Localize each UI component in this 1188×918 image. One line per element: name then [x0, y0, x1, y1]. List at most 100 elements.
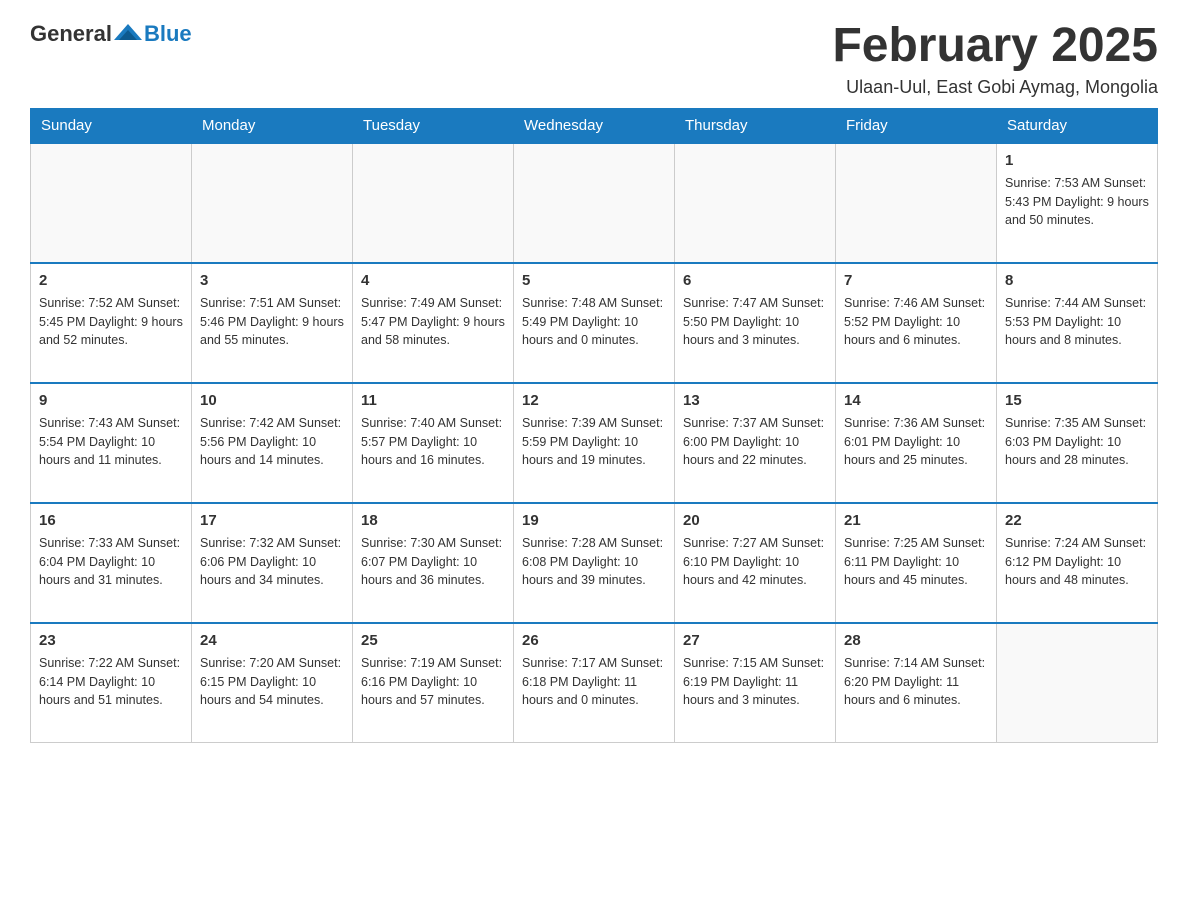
calendar-cell: 21Sunrise: 7:25 AM Sunset: 6:11 PM Dayli…	[836, 503, 997, 623]
day-number: 24	[200, 630, 344, 651]
calendar-cell: 23 Sunrise: 7:22 AM Sunset: 6:14 PM Dayli…	[31, 623, 192, 743]
day-info: Sunrise: 7:32 AM Sunset: 6:06 PM Dayligh…	[200, 534, 344, 590]
calendar-cell: 22 Sunrise: 7:24 AM Sunset: 6:12 PM Dayli…	[997, 503, 1158, 623]
day-number: 23	[39, 630, 183, 651]
day-number: 22	[1005, 510, 1149, 531]
day-number: 19	[522, 510, 666, 531]
calendar-cell: 6 Sunrise: 7:47 AM Sunset: 5:50 PM Daylig…	[675, 263, 836, 383]
calendar-cell: 20 Sunrise: 7:27 AM Sunset: 6:10 PM Dayli…	[675, 503, 836, 623]
day-info: Sunrise: 7:42 AM Sunset: 5:56 PM Dayligh…	[200, 414, 344, 470]
calendar-day-header-thursday: Thursday	[675, 108, 836, 143]
day-info: Sunrise: 7:24 AM Sunset: 6:12 PM Dayligh…	[1005, 534, 1149, 590]
calendar-cell: 9 Sunrise: 7:43 AM Sunset: 5:54 PM Daylig…	[31, 383, 192, 503]
calendar-cell: 1 Sunrise: 7:53 AM Sunset: 5:43 PM Daylig…	[997, 143, 1158, 263]
month-title: February 2025	[832, 20, 1158, 73]
day-number: 16	[39, 510, 183, 531]
day-info: Sunrise: 7:35 AM Sunset: 6:03 PM Dayligh…	[1005, 414, 1149, 470]
calendar-table: SundayMondayTuesdayWednesdayThursdayFrid…	[30, 108, 1158, 744]
day-number: 17	[200, 510, 344, 531]
day-number: 12	[522, 390, 666, 411]
day-info: Sunrise: 7:37 AM Sunset: 6:00 PM Dayligh…	[683, 414, 827, 470]
logo-blue-text: Blue	[144, 21, 192, 47]
day-info: Sunrise: 7:28 AM Sunset: 6:08 PM Dayligh…	[522, 534, 666, 590]
logo: General Blue	[30, 20, 192, 48]
day-info: Sunrise: 7:19 AM Sunset: 6:16 PM Dayligh…	[361, 654, 505, 710]
calendar-day-header-sunday: Sunday	[31, 108, 192, 143]
day-info: Sunrise: 7:52 AM Sunset: 5:45 PM Dayligh…	[39, 294, 183, 350]
calendar-cell: 27 Sunrise: 7:15 AM Sunset: 6:19 PM Dayli…	[675, 623, 836, 743]
location-text: Ulaan-Uul, East Gobi Aymag, Mongolia	[832, 77, 1158, 98]
calendar-cell: 28 Sunrise: 7:14 AM Sunset: 6:20 PM Dayli…	[836, 623, 997, 743]
day-info: Sunrise: 7:44 AM Sunset: 5:53 PM Dayligh…	[1005, 294, 1149, 350]
calendar-cell: 16 Sunrise: 7:33 AM Sunset: 6:04 PM Dayli…	[31, 503, 192, 623]
day-number: 27	[683, 630, 827, 651]
day-number: 14	[844, 390, 988, 411]
day-info: Sunrise: 7:36 AM Sunset: 6:01 PM Dayligh…	[844, 414, 988, 470]
calendar-cell: 4Sunrise: 7:49 AM Sunset: 5:47 PM Daylig…	[353, 263, 514, 383]
calendar-cell: 18 Sunrise: 7:30 AM Sunset: 6:07 PM Dayli…	[353, 503, 514, 623]
calendar-cell: 8Sunrise: 7:44 AM Sunset: 5:53 PM Daylig…	[997, 263, 1158, 383]
day-info: Sunrise: 7:27 AM Sunset: 6:10 PM Dayligh…	[683, 534, 827, 590]
logo-general-text: General	[30, 21, 112, 47]
day-info: Sunrise: 7:40 AM Sunset: 5:57 PM Dayligh…	[361, 414, 505, 470]
day-info: Sunrise: 7:14 AM Sunset: 6:20 PM Dayligh…	[844, 654, 988, 710]
calendar-cell: 13 Sunrise: 7:37 AM Sunset: 6:00 PM Dayli…	[675, 383, 836, 503]
calendar-cell: 3 Sunrise: 7:51 AM Sunset: 5:46 PM Daylig…	[192, 263, 353, 383]
calendar-cell: 10 Sunrise: 7:42 AM Sunset: 5:56 PM Dayli…	[192, 383, 353, 503]
day-number: 1	[1005, 150, 1149, 171]
calendar-cell	[997, 623, 1158, 743]
day-info: Sunrise: 7:46 AM Sunset: 5:52 PM Dayligh…	[844, 294, 988, 350]
calendar-cell: 26 Sunrise: 7:17 AM Sunset: 6:18 PM Dayli…	[514, 623, 675, 743]
day-info: Sunrise: 7:17 AM Sunset: 6:18 PM Dayligh…	[522, 654, 666, 710]
day-info: Sunrise: 7:20 AM Sunset: 6:15 PM Dayligh…	[200, 654, 344, 710]
day-info: Sunrise: 7:15 AM Sunset: 6:19 PM Dayligh…	[683, 654, 827, 710]
day-info: Sunrise: 7:51 AM Sunset: 5:46 PM Dayligh…	[200, 294, 344, 350]
day-number: 2	[39, 270, 183, 291]
calendar-cell: 19 Sunrise: 7:28 AM Sunset: 6:08 PM Dayli…	[514, 503, 675, 623]
day-number: 7	[844, 270, 988, 291]
day-number: 10	[200, 390, 344, 411]
calendar-week-row-4: 23 Sunrise: 7:22 AM Sunset: 6:14 PM Dayli…	[31, 623, 1158, 743]
day-info: Sunrise: 7:43 AM Sunset: 5:54 PM Dayligh…	[39, 414, 183, 470]
calendar-day-header-friday: Friday	[836, 108, 997, 143]
calendar-cell: 17 Sunrise: 7:32 AM Sunset: 6:06 PM Dayli…	[192, 503, 353, 623]
calendar-cell: 14 Sunrise: 7:36 AM Sunset: 6:01 PM Dayli…	[836, 383, 997, 503]
day-number: 26	[522, 630, 666, 651]
day-info: Sunrise: 7:53 AM Sunset: 5:43 PM Dayligh…	[1005, 174, 1149, 230]
day-number: 15	[1005, 390, 1149, 411]
logo-icon	[114, 20, 142, 48]
calendar-week-row-2: 9 Sunrise: 7:43 AM Sunset: 5:54 PM Daylig…	[31, 383, 1158, 503]
calendar-week-row-1: 2 Sunrise: 7:52 AM Sunset: 5:45 PM Daylig…	[31, 263, 1158, 383]
page-header: General Blue February 2025 Ulaan-Uul, Ea…	[30, 20, 1158, 98]
day-info: Sunrise: 7:47 AM Sunset: 5:50 PM Dayligh…	[683, 294, 827, 350]
day-info: Sunrise: 7:33 AM Sunset: 6:04 PM Dayligh…	[39, 534, 183, 590]
calendar-day-header-wednesday: Wednesday	[514, 108, 675, 143]
calendar-cell: 2 Sunrise: 7:52 AM Sunset: 5:45 PM Daylig…	[31, 263, 192, 383]
day-number: 3	[200, 270, 344, 291]
day-number: 18	[361, 510, 505, 531]
calendar-cell	[836, 143, 997, 263]
day-number: 11	[361, 390, 505, 411]
day-number: 21	[844, 510, 988, 531]
calendar-week-row-3: 16 Sunrise: 7:33 AM Sunset: 6:04 PM Dayli…	[31, 503, 1158, 623]
day-info: Sunrise: 7:30 AM Sunset: 6:07 PM Dayligh…	[361, 534, 505, 590]
day-number: 6	[683, 270, 827, 291]
calendar-cell: 7 Sunrise: 7:46 AM Sunset: 5:52 PM Daylig…	[836, 263, 997, 383]
day-info: Sunrise: 7:22 AM Sunset: 6:14 PM Dayligh…	[39, 654, 183, 710]
calendar-day-header-tuesday: Tuesday	[353, 108, 514, 143]
day-info: Sunrise: 7:48 AM Sunset: 5:49 PM Dayligh…	[522, 294, 666, 350]
calendar-cell	[192, 143, 353, 263]
day-number: 4	[361, 270, 505, 291]
calendar-week-row-0: 1 Sunrise: 7:53 AM Sunset: 5:43 PM Daylig…	[31, 143, 1158, 263]
day-number: 25	[361, 630, 505, 651]
day-number: 20	[683, 510, 827, 531]
calendar-cell	[675, 143, 836, 263]
calendar-cell: 25 Sunrise: 7:19 AM Sunset: 6:16 PM Dayli…	[353, 623, 514, 743]
calendar-cell: 12 Sunrise: 7:39 AM Sunset: 5:59 PM Dayli…	[514, 383, 675, 503]
day-number: 9	[39, 390, 183, 411]
calendar-day-header-monday: Monday	[192, 108, 353, 143]
day-number: 13	[683, 390, 827, 411]
day-number: 28	[844, 630, 988, 651]
day-info: Sunrise: 7:39 AM Sunset: 5:59 PM Dayligh…	[522, 414, 666, 470]
calendar-cell: 5Sunrise: 7:48 AM Sunset: 5:49 PM Daylig…	[514, 263, 675, 383]
